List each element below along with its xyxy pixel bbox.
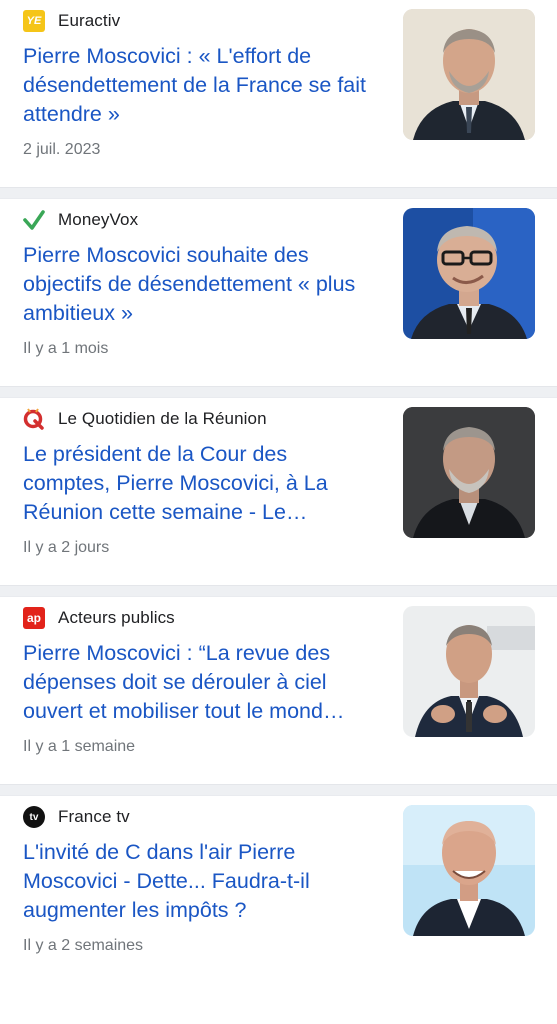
france-tv-logo: tv — [23, 806, 45, 828]
article-thumbnail[interactable] — [403, 606, 535, 737]
headline-link[interactable]: Pierre Moscovici souhaite des objectifs … — [23, 241, 368, 328]
card-separator — [0, 784, 557, 796]
card-separator — [0, 585, 557, 597]
timestamp: Il y a 1 semaine — [23, 738, 136, 755]
news-card[interactable]: MoneyVox Pierre Moscovici souhaite des o… — [0, 199, 557, 386]
card-separator — [0, 386, 557, 398]
headline-link[interactable]: Le président de la Cour des comptes, Pie… — [23, 440, 368, 527]
news-card[interactable]: tv France tv L'invité de C dans l'air Pi… — [0, 796, 557, 983]
source-name: Acteurs publics — [58, 608, 175, 627]
source-name: Le Quotidien de la Réunion — [58, 409, 267, 428]
quotidien-q-icon — [23, 408, 44, 430]
source-name: MoneyVox — [58, 210, 139, 229]
article-thumbnail[interactable] — [403, 805, 535, 936]
article-thumbnail[interactable] — [403, 407, 535, 538]
moneyvox-checkmark-logo — [23, 209, 45, 231]
source-name: France tv — [58, 807, 130, 826]
news-feed: YE Euractiv Pierre Moscovici : « L'effor… — [0, 0, 557, 983]
headline-link[interactable]: Pierre Moscovici : “La revue des dépense… — [23, 639, 368, 726]
timestamp: Il y a 1 mois — [23, 340, 109, 357]
headline-link[interactable]: L'invité de C dans l'air Pierre Moscovic… — [23, 838, 368, 925]
timestamp: 2 juil. 2023 — [23, 141, 101, 158]
acteurs-publics-logo: ap — [23, 607, 45, 629]
timestamp: Il y a 2 semaines — [23, 937, 144, 954]
article-thumbnail[interactable] — [403, 9, 535, 140]
source-name: Euractiv — [58, 11, 121, 30]
euractiv-logo: YE — [23, 10, 45, 32]
headline-link[interactable]: Pierre Moscovici : « L'effort de désende… — [23, 42, 368, 129]
article-thumbnail[interactable] — [403, 208, 535, 339]
news-card[interactable]: Le Quotidien de la Réunion Le président … — [0, 398, 557, 585]
timestamp: Il y a 2 jours — [23, 539, 110, 556]
news-card[interactable]: YE Euractiv Pierre Moscovici : « L'effor… — [0, 0, 557, 187]
le-quotidien-logo — [23, 408, 45, 430]
checkmark-icon — [23, 210, 45, 230]
news-card[interactable]: ap Acteurs publics Pierre Moscovici : “L… — [0, 597, 557, 784]
card-separator — [0, 187, 557, 199]
